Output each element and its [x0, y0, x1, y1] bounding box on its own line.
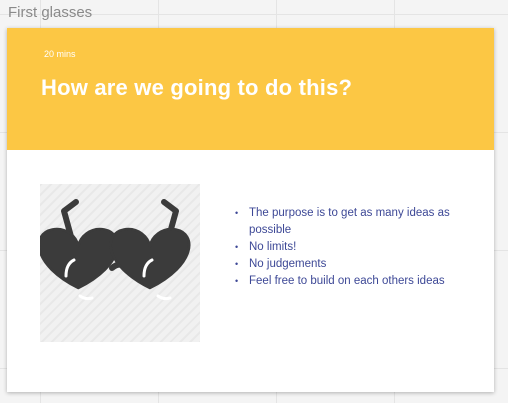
activity-card[interactable]: 20 mins How are we going to do this? The…: [7, 28, 494, 392]
list-item: The purpose is to get as many ideas as p…: [235, 205, 460, 239]
list-item: No limits!: [235, 239, 460, 256]
duration-label: 20 mins: [44, 49, 76, 59]
board-label: First glasses: [8, 4, 93, 21]
card-header: 20 mins How are we going to do this?: [7, 28, 494, 150]
list-item: Feel free to build on each others ideas: [235, 273, 460, 290]
card-title: How are we going to do this?: [41, 75, 353, 100]
heart-sunglasses-icon: [40, 199, 191, 301]
tips-list: The purpose is to get as many ideas as p…: [235, 205, 460, 290]
card-image: [40, 184, 200, 342]
list-item: No judgements: [235, 256, 460, 273]
